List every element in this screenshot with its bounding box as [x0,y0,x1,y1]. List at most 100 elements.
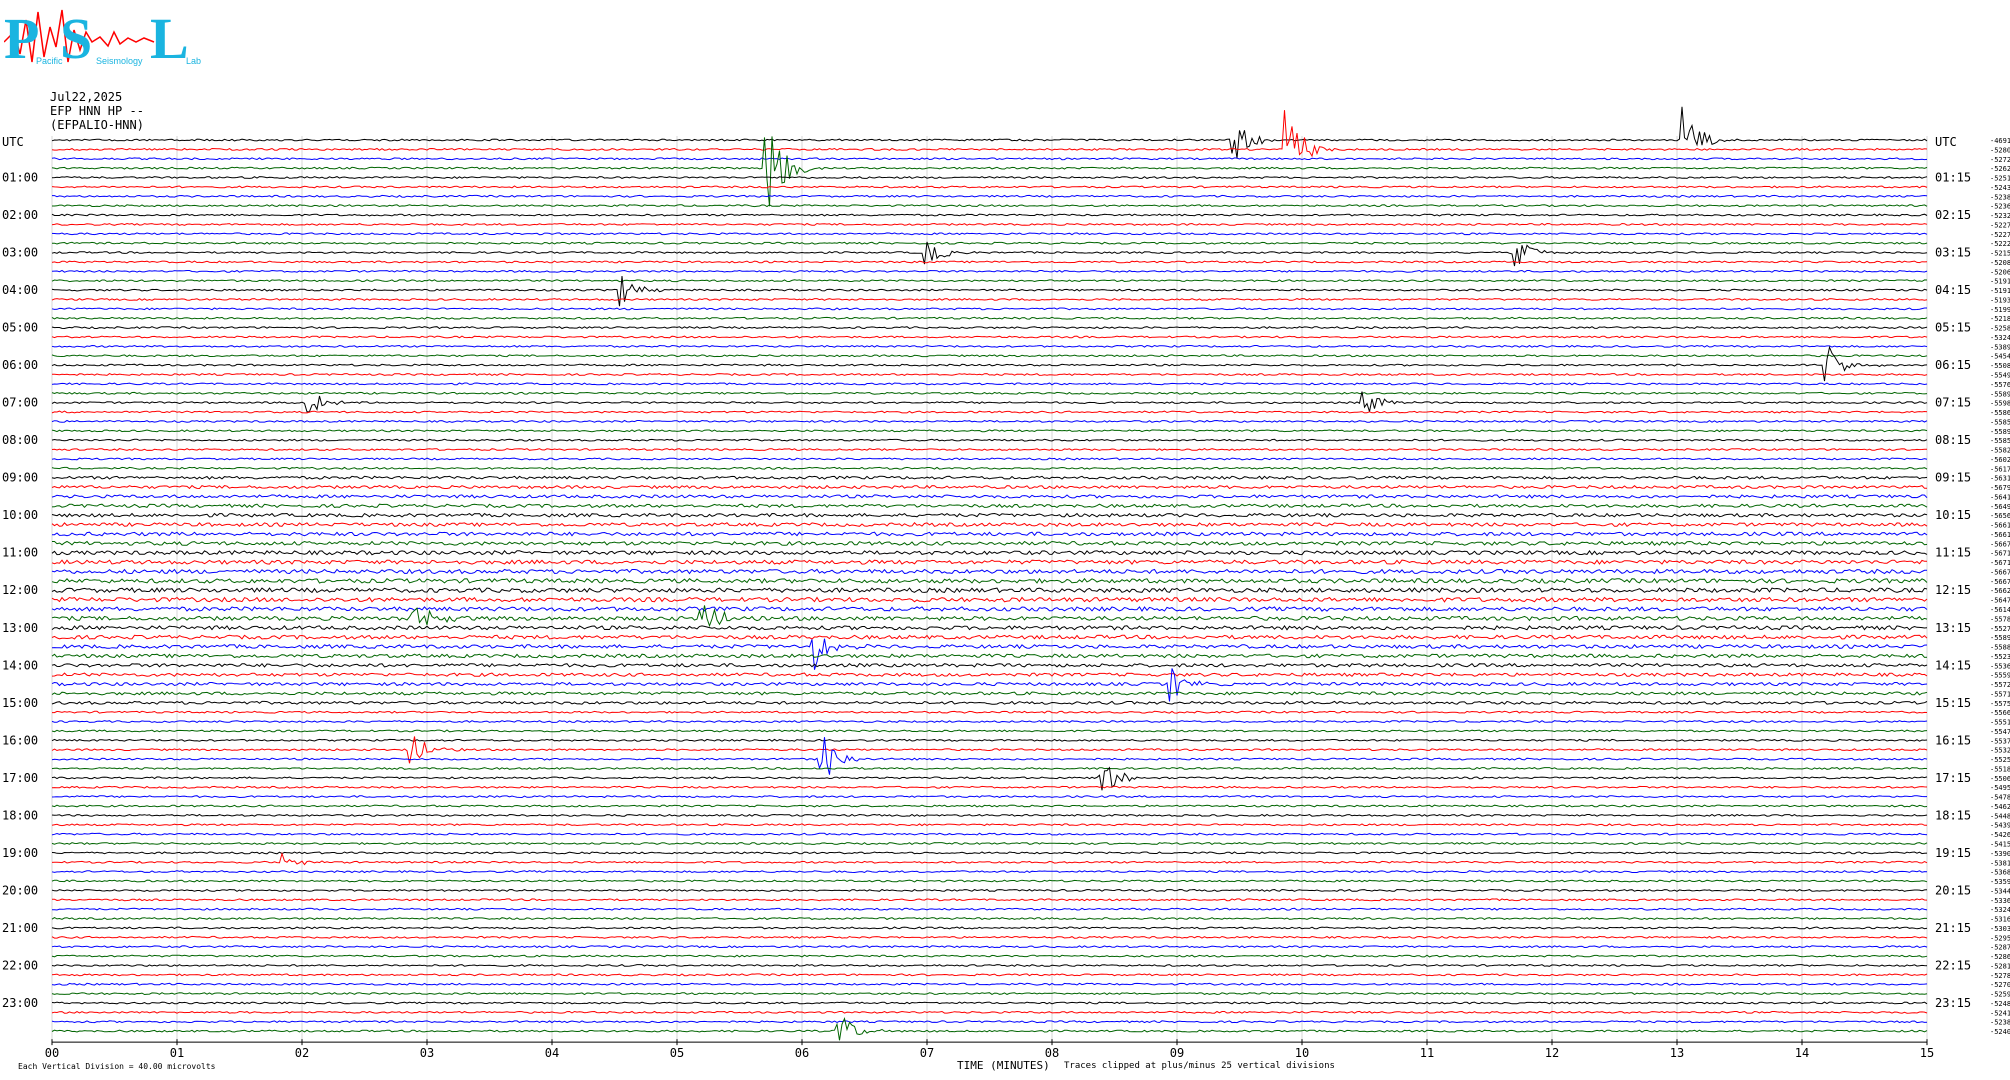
trace-layer [51,106,1928,1041]
trace-line [51,466,1928,470]
trace-offset-label: -5649 [1990,503,2010,511]
trace-line [51,841,1928,845]
right-time-label: 02:15 [1935,208,1971,222]
trace-offset-label: -5549 [1990,372,2010,380]
trace-line [52,194,1928,198]
x-tick-label-07: 07 [920,1046,934,1060]
trace-offset-label: -5238 [1990,193,2010,201]
trace-line [51,634,1928,640]
trace-offset-label: -5316 [1990,916,2010,924]
x-tick-label-02: 02 [295,1046,309,1060]
left-time-label: 03:00 [2,246,38,260]
trace-line [51,596,1928,603]
trace-offset-label: -5236 [1990,203,2010,211]
right-time-label: 16:15 [1935,733,1971,747]
trace-line [51,738,1928,742]
trace-line [51,1001,1928,1005]
trace-line [51,484,1927,490]
trace-line [51,410,1928,414]
trace-line [51,917,1928,920]
left-time-label: 14:00 [2,658,38,672]
trace-offset-label: -5336 [1990,897,2010,905]
trace-line [51,982,1928,986]
trace-offset-label: -5454 [1990,353,2010,361]
scale-note: Each Vertical Division = 40.00 microvolt… [18,1062,216,1071]
clip-note: Traces clipped at plus/minus 25 vertical… [1064,1061,1335,1071]
trace-offset-label: -5426 [1990,831,2010,839]
right-time-label: 23:15 [1935,996,1971,1010]
trace-line [51,804,1928,808]
trace-line [51,503,1928,509]
trace-line [51,419,1928,423]
trace-offset-label: -5240 [1990,1028,2010,1036]
right-time-label: 01:15 [1935,171,1971,185]
trace-line [51,625,1928,631]
trace-line [51,307,1927,311]
left-time-label: 10:00 [2,508,38,522]
trace-line [51,457,1928,461]
trace-line [51,512,1928,518]
trace-offset-label: -5589 [1990,428,2010,436]
trace-line [52,710,1928,714]
seismogram-plot: 00 01 02 03 04 05 06 07 08 09 10 11 12 13 14 15 UTC UTC 01… [2,106,2010,1060]
trace-offset-label: -5523 [1990,653,2010,661]
trace-offset-label: -5262 [1990,165,2010,173]
trace-line [51,935,1928,939]
utc-label-left: UTC [2,135,24,149]
trace-offset-label: -5303 [1990,925,2010,933]
trace-offset-label: -5199 [1990,306,2010,314]
trace-offset-label: -5656 [1990,512,2010,520]
left-time-label: 16:00 [2,733,38,747]
trace-offset-label: -5585 [1990,418,2010,426]
trace-line [51,559,1928,565]
trace-offset-label: -5547 [1990,728,2010,736]
right-time-label: 11:15 [1935,546,1971,560]
x-tick-label-09: 09 [1170,1046,1184,1060]
trace-offset-label: -5578 [1990,615,2010,623]
x-tick-label-15: 15 [1920,1046,1934,1060]
trace-offset-label: -5551 [1990,719,2010,727]
trace-line [51,213,1928,217]
right-time-label: 19:15 [1935,846,1971,860]
trace-line [52,241,1928,245]
left-time-label: 17:00 [2,771,38,785]
trace-line [51,653,1928,659]
trace-offset-label: -5389 [1990,343,2010,351]
trace-offset-label: -5415 [1990,841,2010,849]
left-time-label: 05:00 [2,321,38,335]
trace-line [51,737,1928,775]
right-time-label: 18:15 [1935,808,1971,822]
trace-line [52,540,1928,546]
trace-offset-label: -5193 [1990,296,2010,304]
trace-offset-label: -5208 [1990,259,2010,267]
left-time-label: 09:00 [2,471,38,485]
left-time-label: 18:00 [2,808,38,822]
trace-offset-label: -5359 [1990,878,2010,886]
left-time-label: 20:00 [2,883,38,897]
trace-line [51,232,1928,236]
trace-line [51,963,1928,967]
left-time-label: 08:00 [2,433,38,447]
trace-line [51,606,1928,612]
utc-label-right: UTC [1935,135,1957,149]
right-time-label: 09:15 [1935,471,1971,485]
trace-offset-label: -5243 [1990,184,2010,192]
right-time-label: 10:15 [1935,508,1971,522]
trace-offset-label: -5661 [1990,531,2010,539]
x-tick-label-08: 08 [1045,1046,1059,1060]
trace-offset-label: -5232 [1990,212,2010,220]
trace-line [51,110,1928,158]
trace-line [51,298,1928,301]
trace-line [51,316,1928,320]
right-time-label: 05:15 [1935,321,1971,335]
trace-line [51,568,1927,575]
trace-line [51,279,1928,283]
label-layer: 00 01 02 03 04 05 06 07 08 09 10 11 12 13 14 15 UTC UTC 01… [2,135,2010,1060]
x-tick-label-10: 10 [1295,1046,1309,1060]
trace-offset-label: -5344 [1990,887,2010,895]
trace-line [51,1010,1928,1014]
trace-offset-label: -5527 [1990,625,2010,633]
trace-offset-label: -5532 [1990,747,2010,755]
trace-offset-label: -5324 [1990,334,2010,342]
trace-offset-label: -5679 [1990,484,2010,492]
